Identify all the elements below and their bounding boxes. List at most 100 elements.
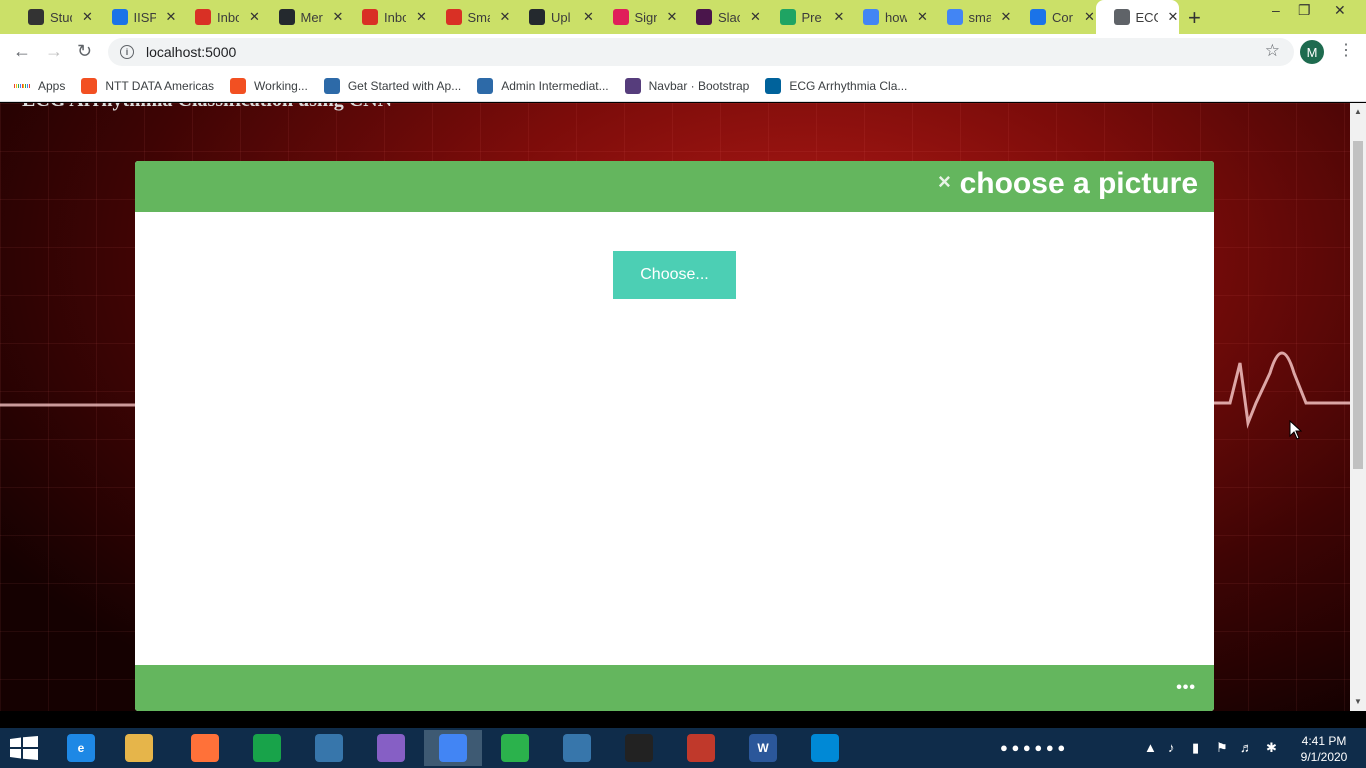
window-close-icon[interactable]: ✕ [1334, 2, 1346, 19]
taskbar-app[interactable] [300, 730, 358, 766]
browser-tab[interactable]: Inbo ✕ [177, 0, 261, 34]
browser-tab[interactable]: Inbo ✕ [344, 0, 428, 34]
tab-close-icon[interactable]: ✕ [750, 9, 761, 25]
github-icon [278, 9, 295, 25]
scroll-up-icon[interactable]: ▲ [1354, 107, 1362, 116]
site-info-icon[interactable]: i [120, 45, 134, 59]
taskbar-app[interactable] [238, 730, 296, 766]
tab-close-icon[interactable]: ✕ [583, 9, 594, 25]
taskbar-app[interactable] [362, 730, 420, 766]
browser-tab[interactable]: Slac ✕ [678, 0, 762, 34]
speaker-icon[interactable]: ♬ [1240, 740, 1253, 755]
tab-title: how [885, 9, 907, 25]
browser-tab[interactable]: sma ✕ [929, 0, 1013, 34]
volume-icon[interactable]: ♪ [1168, 740, 1175, 755]
new-tab-icon[interactable]: + [1188, 5, 1201, 31]
bookmark-star-icon[interactable]: ☆ [1265, 41, 1280, 61]
tab-close-icon[interactable]: ✕ [1084, 9, 1095, 25]
browser-tab[interactable]: Cor ✕ [1012, 0, 1096, 34]
back-icon[interactable]: ← [13, 41, 31, 62]
taskbar-app[interactable] [486, 730, 544, 766]
battery-icon[interactable]: ▮ [1192, 740, 1199, 756]
browser-tab[interactable]: how ✕ [845, 0, 929, 34]
tab-close-icon[interactable]: ✕ [1168, 9, 1179, 25]
taskbar-app[interactable] [176, 730, 234, 766]
bookmark-label: Navbar · Bootstrap [648, 78, 750, 93]
python-idle-icon [315, 734, 343, 762]
google-icon [863, 9, 879, 25]
address-bar[interactable]: i localhost:5000 ☆ [108, 38, 1294, 66]
tab-close-icon[interactable]: ✕ [917, 9, 928, 25]
taskbar-app[interactable] [548, 730, 606, 766]
reload-icon[interactable]: ↻ [77, 41, 92, 62]
document-icon [111, 9, 128, 25]
bookmark-item[interactable]: Working... [230, 77, 308, 94]
github-icon [529, 9, 545, 25]
minimize-icon[interactable]: – [1272, 2, 1280, 18]
tab-close-icon[interactable]: ✕ [667, 9, 678, 25]
restore-icon[interactable]: ❐ [1298, 2, 1311, 19]
system-clock[interactable]: 4:41 PM 9/1/2020 [1294, 733, 1354, 765]
tab-close-icon[interactable]: ✕ [1001, 9, 1012, 25]
taskbar-app[interactable] [796, 730, 854, 766]
bookmark-item[interactable]: Navbar · Bootstrap [624, 77, 750, 94]
browser-tab[interactable]: Sign ✕ [595, 0, 679, 34]
bookmark-item[interactable]: Apps [14, 78, 65, 94]
taskbar-app[interactable]: W [734, 730, 792, 766]
bookmark-item[interactable]: NTT DATA Americas [81, 77, 214, 94]
tab-title: ECG [1135, 9, 1158, 25]
browser-tab[interactable]: Pre ✕ [762, 0, 846, 34]
choose-file-button[interactable]: Choose... [613, 251, 736, 299]
browser-tab[interactable]: ECG ✕ [1095, 0, 1179, 34]
camtasia-icon [501, 734, 529, 762]
tray-icons[interactable]: ● ● ● ● ● ● [1000, 740, 1065, 755]
browser-tab[interactable]: Sma ✕ [428, 0, 512, 34]
profile-avatar[interactable]: M [1300, 40, 1324, 64]
browser-tab-strip: Stud✕IISP✕Inbo✕Mer✕Inbo✕Sma✕Upl✕Sign✕Sla… [0, 0, 1366, 34]
tab-title: Inbo [217, 9, 239, 25]
calendar-icon [1030, 9, 1046, 25]
browser-tab[interactable]: Upl ✕ [511, 0, 595, 34]
more-options-icon[interactable]: ••• [1176, 679, 1196, 697]
terminal-icon [625, 734, 653, 762]
bookmark-item[interactable]: ECG Arrhythmia Cla... [765, 77, 907, 94]
tab-close-icon[interactable]: ✕ [500, 9, 511, 25]
tab-close-icon[interactable]: ✕ [333, 9, 344, 25]
bookmark-item[interactable]: Admin Intermediat... [477, 77, 609, 94]
bookmark-item[interactable]: Get Started with Ap... [323, 77, 461, 94]
taskbar-app[interactable]: e [52, 730, 110, 766]
python-icon [563, 734, 591, 762]
tab-title: Upl [551, 9, 571, 25]
windows-start-icon[interactable] [10, 736, 38, 760]
bookmarks-bar: Apps NTT DATA Americas Working... Get Start… [0, 70, 1366, 102]
tab-close-icon[interactable]: ✕ [166, 9, 177, 25]
scrollbar-thumb[interactable] [1353, 141, 1363, 469]
scroll-down-icon[interactable]: ▼ [1354, 697, 1362, 706]
tab-close-icon[interactable]: ✕ [82, 9, 93, 25]
network-app-icon [687, 734, 715, 762]
tab-title: Stud [50, 9, 72, 25]
bluetooth-icon[interactable]: ✱ [1266, 740, 1277, 756]
taskbar-app[interactable] [424, 730, 482, 766]
windows-taskbar: ● ● ● ● ● ● ▲ ♪ ▮ ⚑ ♬ ✱ 4:41 PM 9/1/2020… [0, 728, 1366, 768]
taskbar-app[interactable] [110, 730, 168, 766]
clock-time: 4:41 PM [1301, 734, 1347, 748]
browser-toolbar: ← → ↻ i localhost:5000 ☆ M ⋮ [0, 34, 1366, 70]
tab-close-icon[interactable]: ✕ [416, 9, 427, 25]
taskbar-app[interactable] [610, 730, 668, 766]
tab-close-icon[interactable]: ✕ [249, 9, 260, 25]
close-icon[interactable]: × [938, 169, 951, 195]
globe-icon [1113, 9, 1130, 25]
flag-icon[interactable]: ⚑ [1216, 740, 1228, 756]
browser-tab[interactable]: Stud ✕ [10, 0, 94, 34]
forward-icon[interactable]: → [45, 41, 63, 62]
tab-close-icon[interactable]: ✕ [834, 9, 845, 25]
gmail-icon [445, 9, 462, 25]
windows-icon [230, 77, 247, 94]
network-icon[interactable]: ▲ [1144, 740, 1157, 755]
browser-tab[interactable]: Mer ✕ [261, 0, 345, 34]
taskbar-app[interactable] [672, 730, 730, 766]
page-scrollbar[interactable]: ▲ ▼ [1350, 103, 1366, 711]
browser-tab[interactable]: IISP ✕ [94, 0, 178, 34]
browser-menu-icon[interactable]: ⋮ [1338, 40, 1354, 60]
